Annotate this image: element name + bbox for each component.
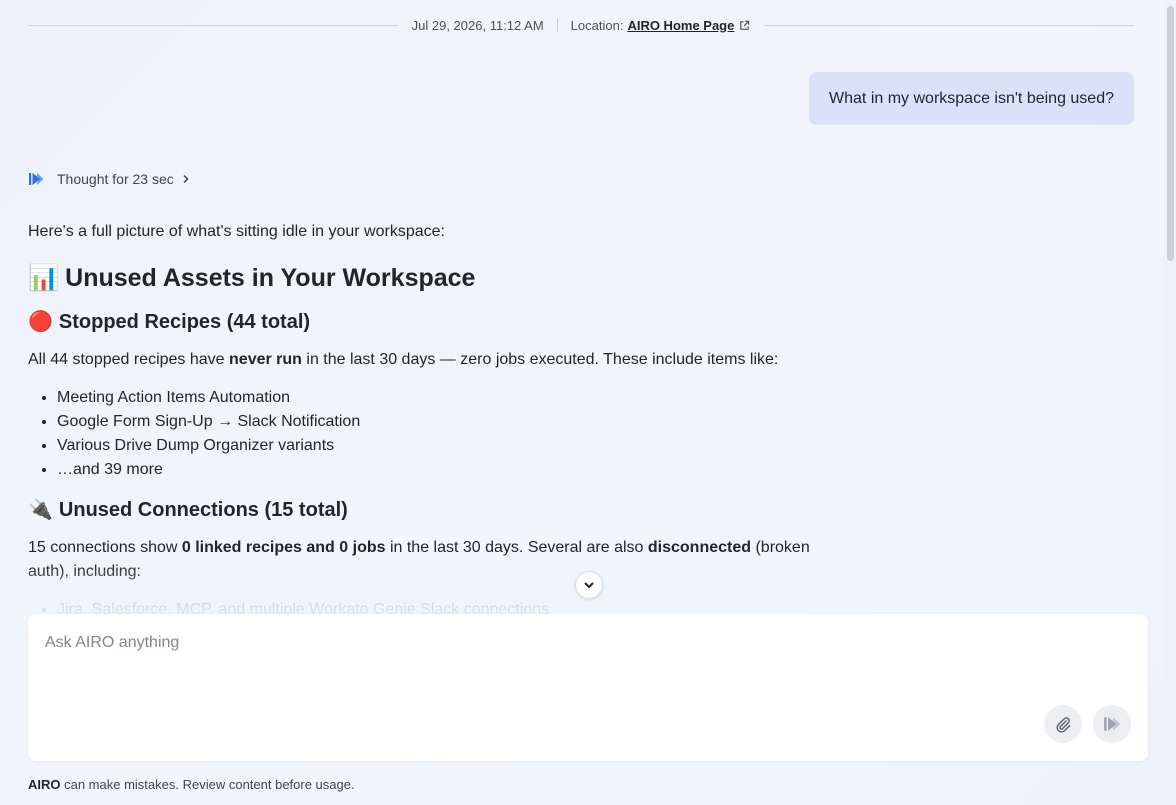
divider-right — [764, 24, 1134, 26]
section-heading-text: Unused Connections (15 total) — [58, 499, 348, 521]
thought-label: Thought for 23 sec — [57, 171, 174, 187]
section-heading-unused-connections: 🔌 Unused Connections (15 total) — [28, 496, 818, 524]
disclaimer: AIRO can make mistakes. Review content b… — [28, 777, 355, 792]
chevron-down-icon — [584, 582, 594, 589]
conversation-meta-row: Jul 29, 2026, 11:12 AM Location: AIRO Ho… — [28, 15, 1134, 35]
plug-icon: 🔌 — [28, 499, 53, 521]
disclaimer-brand: AIRO — [28, 777, 61, 792]
section-paragraph-unused-connections: 15 connections show 0 linked recipes and… — [28, 536, 818, 584]
assistant-response: Here's a full picture of what's sitting … — [28, 220, 818, 636]
response-intro: Here's a full picture of what's sitting … — [28, 223, 445, 240]
list-item: Various Drive Dump Organizer variants — [57, 434, 818, 458]
para-text: 15 connections show — [28, 539, 182, 556]
thought-toggle[interactable]: Thought for 23 sec — [28, 171, 190, 187]
location-label: Location: — [570, 17, 624, 33]
scrollbar-thumb[interactable] — [1167, 6, 1174, 261]
para-bold: never run — [229, 351, 302, 368]
scroll-to-bottom-button[interactable] — [575, 571, 603, 599]
para-bold: disconnected — [647, 539, 752, 556]
send-icon — [1104, 717, 1121, 731]
response-title-text: Unused Assets in Your Workspace — [65, 264, 476, 292]
send-button[interactable] — [1093, 705, 1131, 743]
stopped-recipes-list: Meeting Action Items Automation Google F… — [28, 386, 818, 482]
location-link[interactable]: AIRO Home Page — [627, 18, 734, 33]
user-message-bubble: What in my workspace isn't being used? — [809, 72, 1134, 125]
para-bold: 0 linked recipes and 0 jobs — [181, 539, 386, 556]
chat-composer — [28, 614, 1148, 761]
response-title: 📊 Unused Assets in Your Workspace — [28, 262, 818, 294]
list-item: Meeting Action Items Automation — [57, 386, 818, 410]
list-item: Google Form Sign-Up → Slack Notification — [57, 410, 818, 434]
disclaimer-text: can make mistakes. Review content before… — [60, 777, 355, 792]
external-link-icon[interactable] — [739, 20, 750, 31]
chevron-right-icon — [183, 174, 189, 184]
conversation-meta: Jul 29, 2026, 11:12 AM Location: AIRO Ho… — [398, 18, 765, 33]
divider-left — [28, 24, 398, 26]
section-heading-stopped-recipes: 🔴 Stopped Recipes (44 total) — [28, 308, 818, 336]
timestamp: Jul 29, 2026, 11:12 AM — [411, 17, 544, 33]
bar-chart-icon: 📊 — [28, 264, 60, 292]
red-circle-icon: 🔴 — [28, 311, 53, 333]
section-paragraph-stopped-recipes: All 44 stopped recipes have never run in… — [28, 348, 818, 372]
airo-logo-icon — [29, 173, 44, 185]
scrollbar[interactable] — [1164, 0, 1176, 805]
paperclip-icon — [1056, 717, 1071, 733]
section-heading-text: Stopped Recipes (44 total) — [58, 311, 311, 333]
chat-input[interactable] — [45, 634, 945, 652]
para-text: All 44 stopped recipes have — [28, 351, 230, 368]
para-text: in the last 30 days. Several are also — [385, 539, 648, 556]
meta-separator — [556, 18, 558, 32]
attach-button[interactable] — [1044, 705, 1082, 743]
list-item: …and 39 more — [57, 458, 818, 482]
para-text: in the last 30 days — zero jobs executed… — [301, 351, 779, 368]
